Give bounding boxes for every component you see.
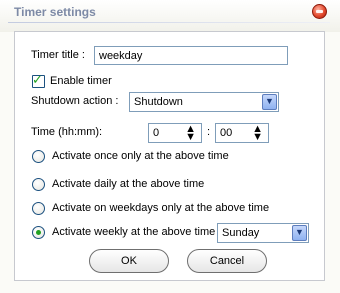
timer-title-label: Timer title : [31,49,85,61]
chevron-down-icon[interactable]: ▼ [292,225,307,241]
radio-daily[interactable] [32,178,45,191]
settings-panel: Timer title : weekday ✓ Enable timer Shu… [14,31,325,281]
shutdown-action-label: Shutdown action : [31,95,119,107]
weekday-select[interactable]: Sunday ▼ [217,223,309,243]
chevron-down-icon[interactable]: ▼ [262,94,277,110]
cancel-label: Cancel [209,255,245,267]
spinner-arrows-icon[interactable]: ▲ ▼ [252,124,263,143]
timer-title-input[interactable]: weekday [94,46,288,65]
radio-once[interactable] [32,150,45,163]
spinner-arrows-icon[interactable]: ▲ ▼ [185,124,196,143]
hours-spinner[interactable]: 0 ▲ ▼ [148,123,202,143]
selected-dot [36,230,41,235]
weekday-value: Sunday [222,227,260,239]
minutes-value: 00 [220,127,233,139]
time-separator: : [207,126,211,138]
close-icon [316,10,323,13]
option-weekdays-label[interactable]: Activate on weekdays only at the above t… [52,202,269,214]
shutdown-action-select[interactable]: Shutdown ▼ [129,92,279,112]
radio-weekly[interactable] [32,226,45,239]
time-label: Time (hh:mm): [31,126,103,138]
check-icon: ✓ [32,72,43,87]
timer-title-value: weekday [99,50,143,62]
enable-timer-checkbox[interactable]: ✓ [32,72,45,88]
enable-timer-label: Enable timer [50,75,112,87]
option-daily-label[interactable]: Activate daily at the above time [52,178,204,190]
hours-value: 0 [153,127,160,139]
window-title: Timer settings [14,5,96,19]
title-bar: Timer settings [0,0,340,32]
shutdown-action-value: Shutdown [134,96,183,108]
close-button[interactable] [312,4,327,19]
minutes-spinner[interactable]: 00 ▲ ▼ [215,123,269,143]
timer-settings-dialog: Timer settings Timer title : weekday ✓ E… [0,0,340,293]
cancel-button[interactable]: Cancel [187,249,267,273]
radio-weekdays[interactable] [32,202,45,215]
option-once-label[interactable]: Activate once only at the above time [52,150,229,162]
ok-label: OK [121,255,137,267]
ok-button[interactable]: OK [89,249,169,273]
title-divider [8,22,330,23]
option-weekly-label[interactable]: Activate weekly at the above time [52,226,215,238]
